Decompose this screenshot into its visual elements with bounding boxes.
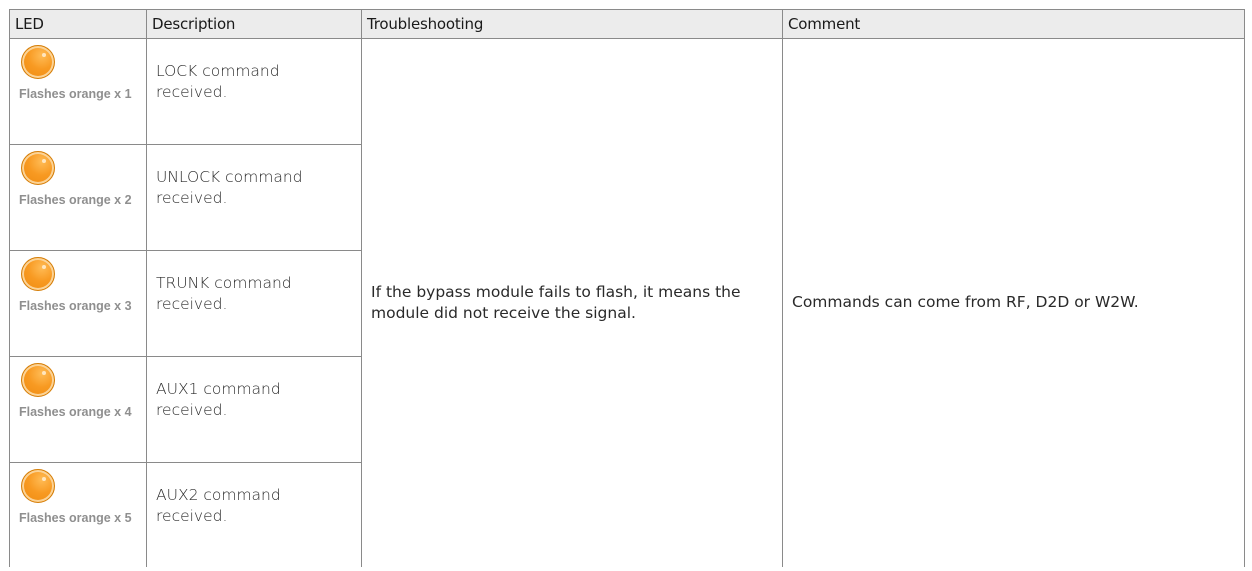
header-comment: Comment xyxy=(782,9,1245,39)
description-text: AUX1 command received. xyxy=(156,380,281,419)
description-cell: LOCK command received. xyxy=(146,38,362,145)
description-text: AUX2 command received. xyxy=(156,486,281,525)
orange-led-icon xyxy=(21,363,55,397)
orange-led-icon xyxy=(21,151,55,185)
description-cell: TRUNK command received. xyxy=(146,250,362,357)
comment-cell: Commands can come from RF, D2D or W2W. xyxy=(782,38,1245,567)
description-cell: UNLOCK command received. xyxy=(146,144,362,251)
table-row: Flashes orange x 1 LOCK command received… xyxy=(9,38,1245,567)
led-flash-label: Flashes orange x 4 xyxy=(19,405,132,419)
led-flash-label: Flashes orange x 1 xyxy=(19,87,132,101)
orange-led-icon xyxy=(21,45,55,79)
description-cell: AUX2 command received. xyxy=(146,462,362,567)
led-flash-label: Flashes orange x 3 xyxy=(19,299,132,313)
led-cell: Flashes orange x 3 xyxy=(9,250,147,357)
led-status-table: LED Description Troubleshooting Comment … xyxy=(9,9,1245,567)
led-flash-label: Flashes orange x 2 xyxy=(19,193,132,207)
led-cell: Flashes orange x 5 xyxy=(9,462,147,567)
led-cell: Flashes orange x 2 xyxy=(9,144,147,251)
header-led: LED xyxy=(9,9,147,39)
header-troubleshooting: Troubleshooting xyxy=(361,9,783,39)
header-description: Description xyxy=(146,9,362,39)
led-cell: Flashes orange x 1 xyxy=(9,38,147,145)
orange-led-icon xyxy=(21,257,55,291)
description-cell: AUX1 command received. xyxy=(146,356,362,463)
led-cell: Flashes orange x 4 xyxy=(9,356,147,463)
description-text: LOCK command received. xyxy=(156,62,280,101)
description-text: TRUNK command received. xyxy=(156,274,292,313)
led-flash-label: Flashes orange x 5 xyxy=(19,511,132,525)
description-text: UNLOCK command received. xyxy=(156,168,303,207)
troubleshooting-cell: If the bypass module fails to flash, it … xyxy=(361,38,783,567)
table-header-row: LED Description Troubleshooting Comment xyxy=(9,9,1245,39)
orange-led-icon xyxy=(21,469,55,503)
